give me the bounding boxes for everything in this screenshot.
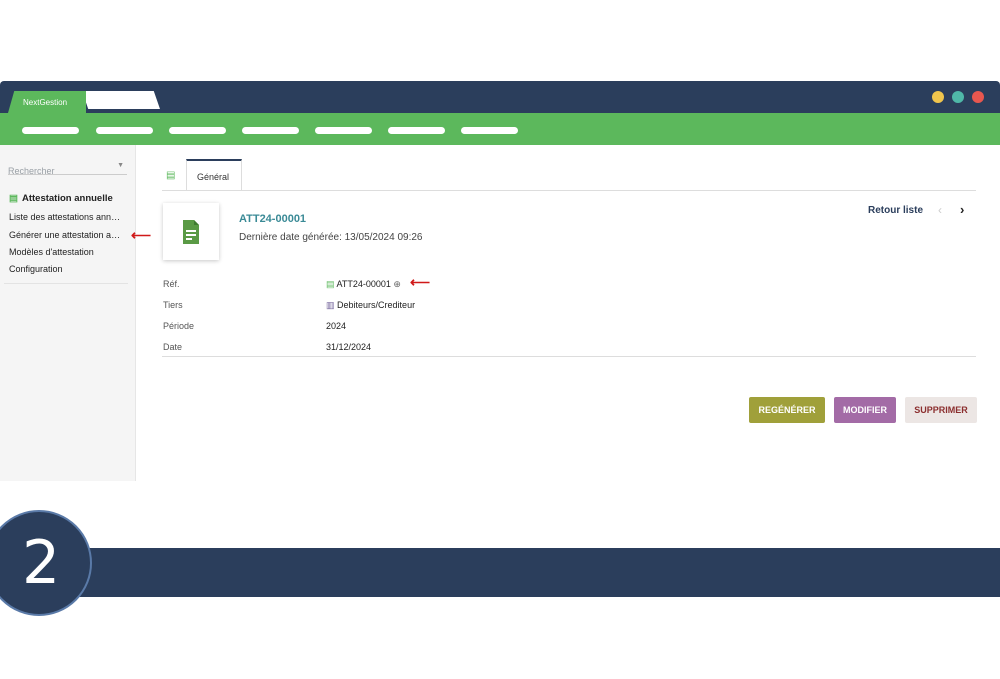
sidebar-item-generer[interactable]: Générer une attestation a… [9,230,120,240]
tab-general-label: Général [197,172,230,182]
nav-item-4[interactable] [242,127,299,134]
delete-button[interactable]: SUPPRIMER [905,397,977,423]
window-dot-red[interactable] [972,91,984,103]
record-subtitle: Dernière date générée: 13/05/2024 09:26 [239,232,423,243]
browser-tab-nextgestion[interactable]: NextGestion [8,91,86,113]
step-number: 2 [22,528,61,598]
field-label-periode: Période [163,321,195,331]
sidebar-divider [4,283,128,284]
sidebar-heading[interactable]: ▤ Attestation annuelle [9,193,113,204]
nav-item-2[interactable] [96,127,153,134]
sidebar-item-liste[interactable]: Liste des attestations ann… [9,212,120,222]
bottom-banner [0,548,1000,597]
zoom-icon[interactable]: ⊕ [393,279,401,289]
fields-divider [162,356,976,357]
tab-label: NextGestion [23,98,68,107]
record-title: ATT24-00001 [239,213,307,225]
nav-item-1[interactable] [22,127,79,134]
nav-item-6[interactable] [388,127,445,134]
chevron-right-icon[interactable]: › [960,202,964,217]
back-to-list-link[interactable]: Retour liste [868,205,923,216]
field-value-date: 31/12/2024 [326,342,372,352]
field-label-date: Date [163,342,183,352]
regenerate-button[interactable]: REGÉNÉRER [749,397,825,423]
chevron-down-icon[interactable]: ▼ [117,162,124,169]
sidebar-heading-label: Attestation annuelle [21,193,113,204]
field-label-tiers: Tiers [163,300,183,310]
field-label-ref: Réf. [163,279,180,289]
building-icon: ▥ [326,300,335,310]
arrow-left-icon: ⟵ [410,274,431,290]
document-icon [183,220,199,244]
field-value-periode: 2024 [326,321,347,331]
nav-item-7[interactable] [461,127,518,134]
document-icon: ▤ [326,279,335,289]
tab-general[interactable]: Général [186,159,242,191]
tiers-link[interactable]: Debiteurs/Crediteur [337,300,415,310]
chevron-left-icon[interactable]: ‹ [938,203,942,217]
arrow-left-icon: ⟵ [131,227,152,243]
sidebar-item-modeles[interactable]: Modèles d'attestation [9,247,94,257]
modify-button[interactable]: MODIFIER [834,397,896,423]
step-badge: 2 [0,510,92,616]
window-dot-yellow[interactable] [932,91,944,103]
ref-link[interactable]: ATT24-00001 [337,279,391,289]
nav-item-3[interactable] [169,127,226,134]
search-select[interactable]: Rechercher ▼ [8,161,127,176]
tab-divider [162,190,976,191]
document-icon: ▤ [9,193,18,204]
field-value-ref[interactable]: ▤ ATT24-00001 ⊕ [326,279,401,290]
window-dot-teal[interactable] [952,91,964,103]
document-icon: ▤ [166,170,176,181]
browser-tab-blank[interactable] [82,91,160,109]
sidebar-item-configuration[interactable]: Configuration [9,264,63,274]
nav-item-5[interactable] [315,127,372,134]
field-value-tiers[interactable]: ▥ Debiteurs/Crediteur [326,300,415,311]
document-thumbnail [163,203,219,260]
search-placeholder: Rechercher [8,166,55,176]
